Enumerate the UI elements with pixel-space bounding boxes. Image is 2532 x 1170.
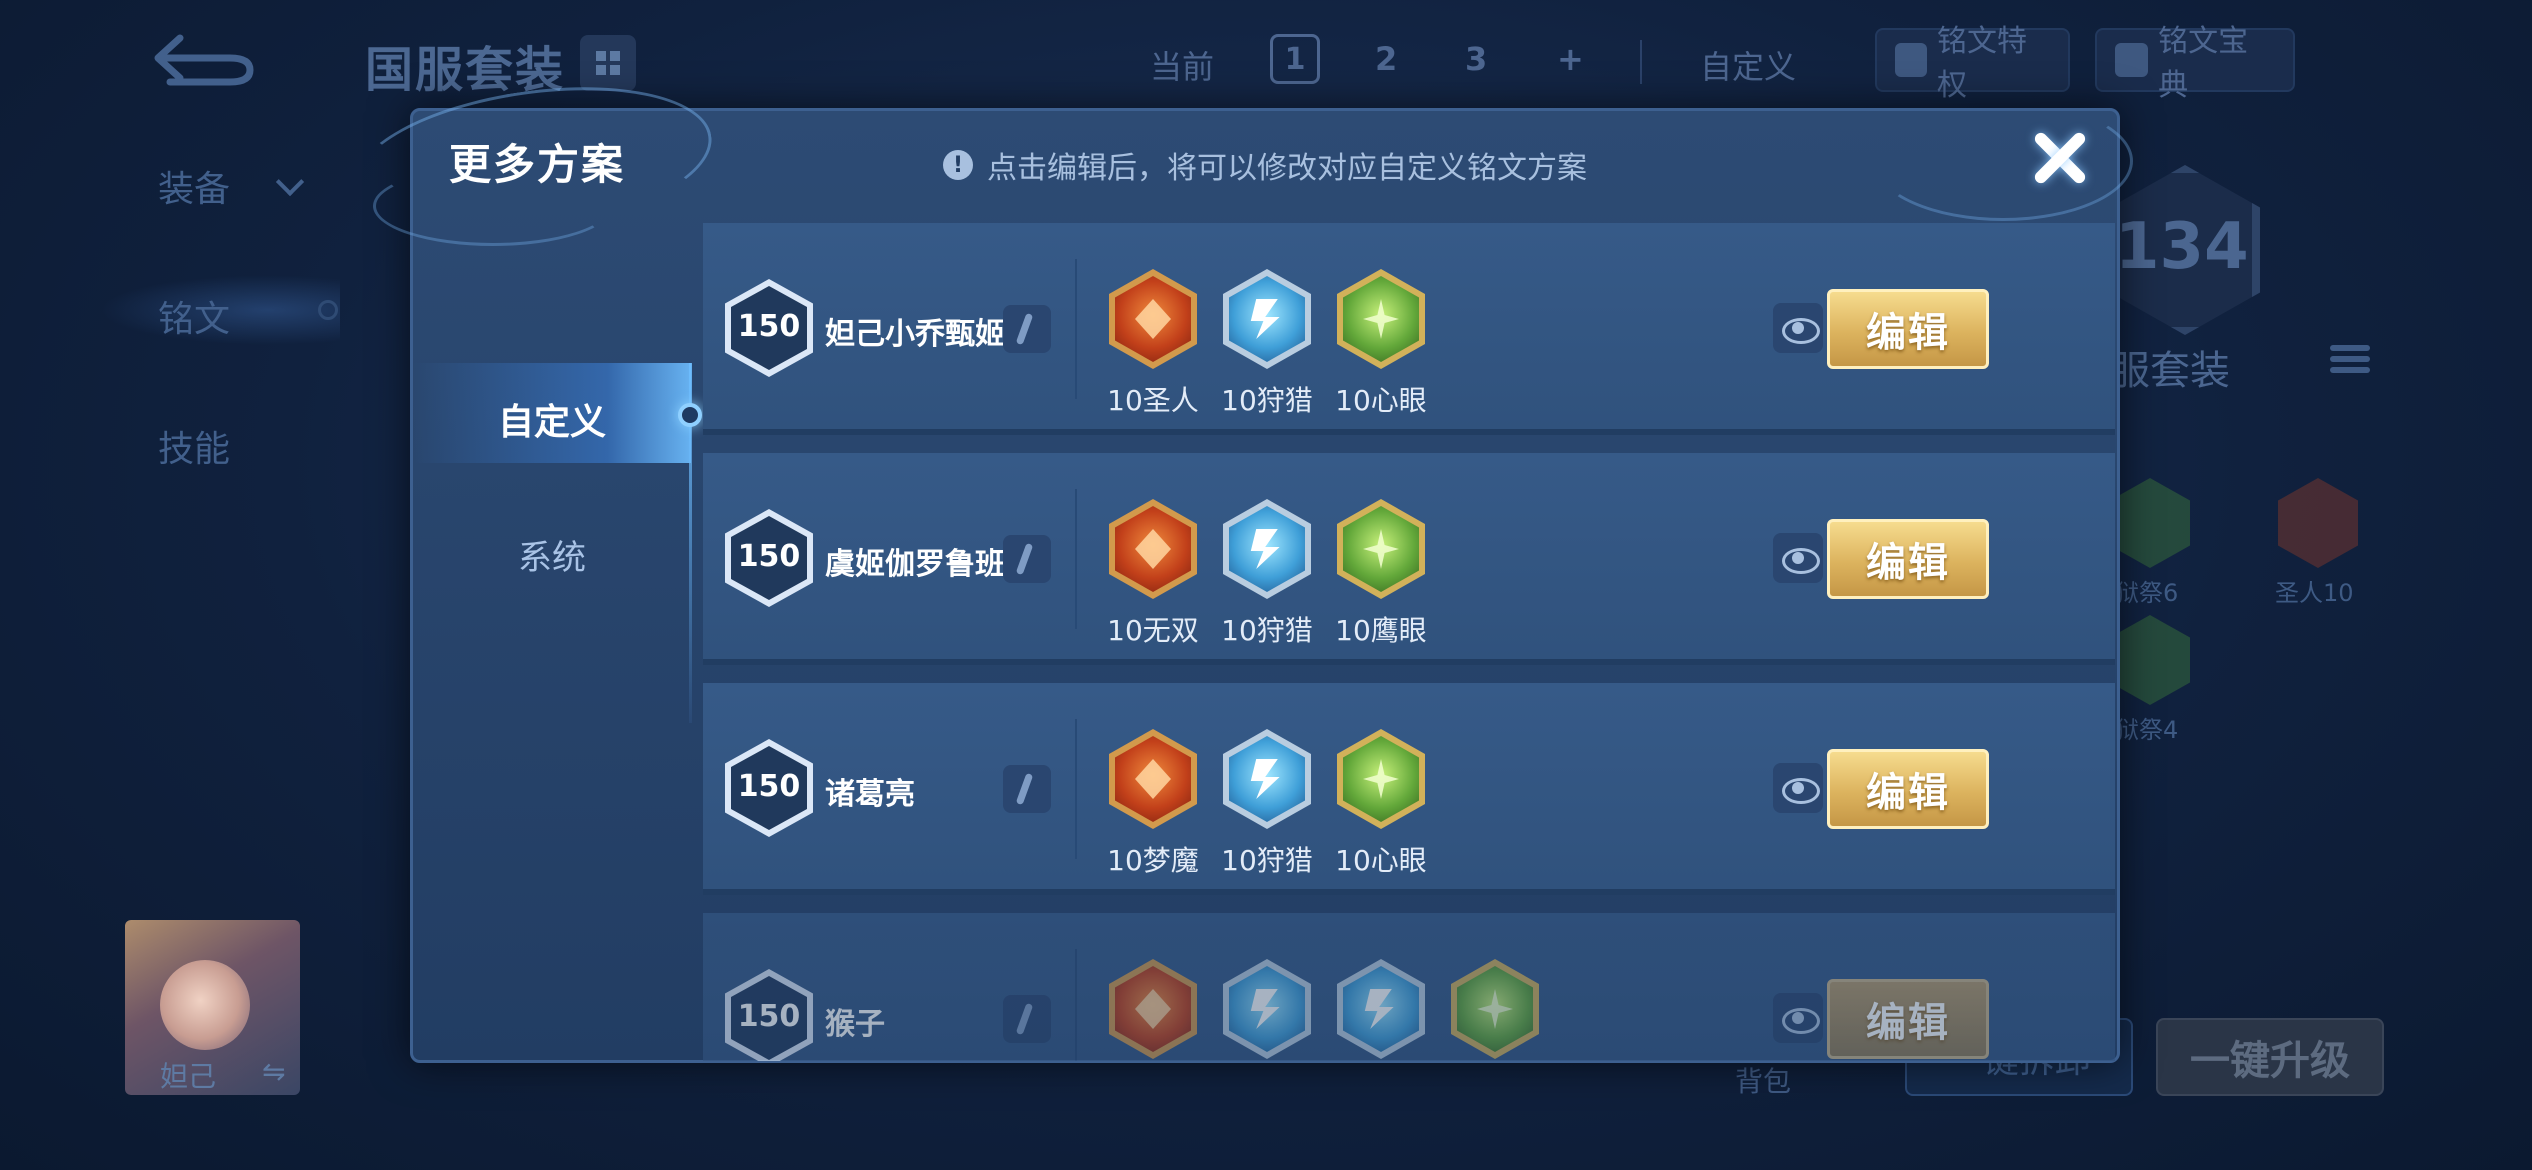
level-number: 150 [737, 309, 801, 344]
rename-icon[interactable] [1003, 305, 1051, 353]
back-arrow-icon[interactable] [150, 30, 260, 90]
edit-button[interactable]: 编辑 [1827, 749, 1989, 829]
bg-rune-slot[interactable] [2110, 615, 2190, 705]
grid-icon[interactable] [580, 35, 636, 91]
level-badge: 150 [725, 509, 813, 607]
page-tab-2[interactable]: 2 [1375, 40, 1397, 78]
edit-button[interactable]: 编辑 [1827, 289, 1989, 369]
level-number: 150 [737, 539, 801, 574]
page-tab-3[interactable]: 3 [1465, 40, 1487, 78]
rune-icon [1223, 499, 1311, 599]
scheme-list[interactable]: 150 妲己小乔甄姬 10圣人 10狩猎 10心眼 编辑 150 虞姬伽罗鲁班 … [703, 223, 2115, 1061]
scheme-name: 猴子 [825, 1007, 885, 1042]
bag-label[interactable]: 背包 [1735, 1060, 1791, 1100]
scheme-row: 150 诸葛亮 10梦魔 10狩猎 10心眼 编辑 [703, 683, 2115, 895]
rune-codex-button[interactable]: 铭文宝典 [2095, 24, 2295, 103]
divider [1075, 489, 1077, 629]
bg-rune-slot[interactable] [2110, 478, 2190, 568]
bg-rune-label: 狱祭4 [2115, 716, 2179, 744]
menu-icon[interactable] [2330, 340, 2370, 380]
rune-icon [1451, 959, 1539, 1059]
scheme-row: 150 猴子 编辑 [703, 913, 2115, 1061]
rename-icon[interactable] [1003, 765, 1051, 813]
edit-button[interactable]: 编辑 [1827, 519, 1989, 599]
set-level-number: 134 [2115, 210, 2249, 284]
level-number: 150 [737, 769, 801, 804]
tab-custom[interactable]: 自定义 [413, 393, 691, 445]
custom-top-label[interactable]: 自定义 [1700, 42, 1796, 88]
rune-icon [1223, 269, 1311, 369]
divider [1075, 949, 1077, 1061]
rune-icon [1337, 729, 1425, 829]
level-badge: 150 [725, 279, 813, 377]
scheme-tabs: 自定义 系统 [413, 223, 702, 1063]
scheme-name: 妲己小乔甄姬 [825, 317, 1005, 352]
divider [1075, 259, 1077, 399]
rune-privilege-button[interactable]: 铭文特权 [1875, 24, 2070, 103]
eye-icon[interactable] [1773, 763, 1823, 813]
rune-label: 10鹰眼 [1335, 614, 1427, 647]
chevron-down-icon [275, 167, 305, 197]
eye-icon[interactable] [1773, 533, 1823, 583]
dialog-title: 更多方案 [449, 140, 626, 189]
current-label: 当前 [1150, 48, 1215, 86]
rune-privilege-icon [1895, 43, 1928, 77]
hero-name: 妲己 [160, 1060, 217, 1093]
set-name-label: 服套装 [2110, 348, 2230, 394]
divider [1075, 719, 1077, 859]
bg-rune-slot[interactable] [2278, 478, 2358, 568]
rune-icon [1337, 499, 1425, 599]
rune-label: 10狩猎 [1221, 614, 1313, 647]
nav-runes[interactable]: 铭文 [158, 290, 230, 342]
eye-icon[interactable] [1773, 303, 1823, 353]
upgrade-all-button[interactable]: 一键升级 [2156, 1018, 2384, 1096]
rune-icon [1223, 729, 1311, 829]
edit-button[interactable]: 编辑 [1827, 979, 1989, 1059]
info-icon: ! [943, 150, 973, 180]
scheme-row: 150 妲己小乔甄姬 10圣人 10狩猎 10心眼 编辑 [703, 223, 2115, 435]
tab-system[interactable]: 系统 [413, 530, 691, 579]
rune-icon [1109, 959, 1197, 1059]
divider [1640, 40, 1642, 84]
rune-codex-icon [2115, 43, 2149, 77]
add-page-button[interactable]: + [1557, 40, 1584, 78]
scheme-name: 诸葛亮 [825, 777, 915, 812]
rune-icon [1223, 959, 1311, 1059]
rune-codex-label: 铭文宝典 [2158, 24, 2249, 103]
rune-label: 10无双 [1107, 614, 1199, 647]
more-schemes-dialog: 更多方案 ! 点击编辑后，将可以修改对应自定义铭文方案 自定义 系统 150 妲… [345, 66, 2133, 1063]
rune-label: 10圣人 [1107, 384, 1199, 417]
nav-equipment[interactable]: 装备 [158, 160, 230, 212]
page-tab-1[interactable]: 1 [1270, 34, 1320, 84]
swap-icon[interactable]: ⇋ [262, 1055, 285, 1088]
rune-icon [1337, 269, 1425, 369]
scheme-row: 150 虞姬伽罗鲁班 10无双 10狩猎 10鹰眼 编辑 [703, 453, 2115, 665]
rune-label: 10狩猎 [1221, 384, 1313, 417]
bg-rune-label: 狱祭6 [2115, 579, 2179, 607]
scheme-name: 虞姬伽罗鲁班 [825, 547, 1005, 582]
rune-icon [1337, 959, 1425, 1059]
rune-label: 10狩猎 [1221, 844, 1313, 877]
edit-hint: ! 点击编辑后，将可以修改对应自定义铭文方案 [943, 143, 1587, 187]
level-badge: 150 [725, 739, 813, 837]
rune-label: 10心眼 [1335, 844, 1427, 877]
level-badge: 150 [725, 969, 813, 1061]
rune-icon [1109, 729, 1197, 829]
level-number: 150 [737, 999, 801, 1034]
rune-icon [1109, 499, 1197, 599]
rune-icon [1109, 269, 1197, 369]
rune-privilege-label: 铭文特权 [1937, 24, 2028, 103]
rune-label: 10心眼 [1335, 384, 1427, 417]
eye-icon[interactable] [1773, 993, 1823, 1043]
rename-icon[interactable] [1003, 535, 1051, 583]
rename-icon[interactable] [1003, 995, 1051, 1043]
close-icon[interactable] [2023, 121, 2097, 195]
bg-rune-label: 圣人10 [2275, 579, 2354, 607]
hint-text: 点击编辑后，将可以修改对应自定义铭文方案 [987, 151, 1587, 186]
nav-skills[interactable]: 技能 [158, 420, 230, 472]
nav-indicator [318, 300, 338, 320]
rune-label: 10梦魔 [1107, 844, 1199, 877]
